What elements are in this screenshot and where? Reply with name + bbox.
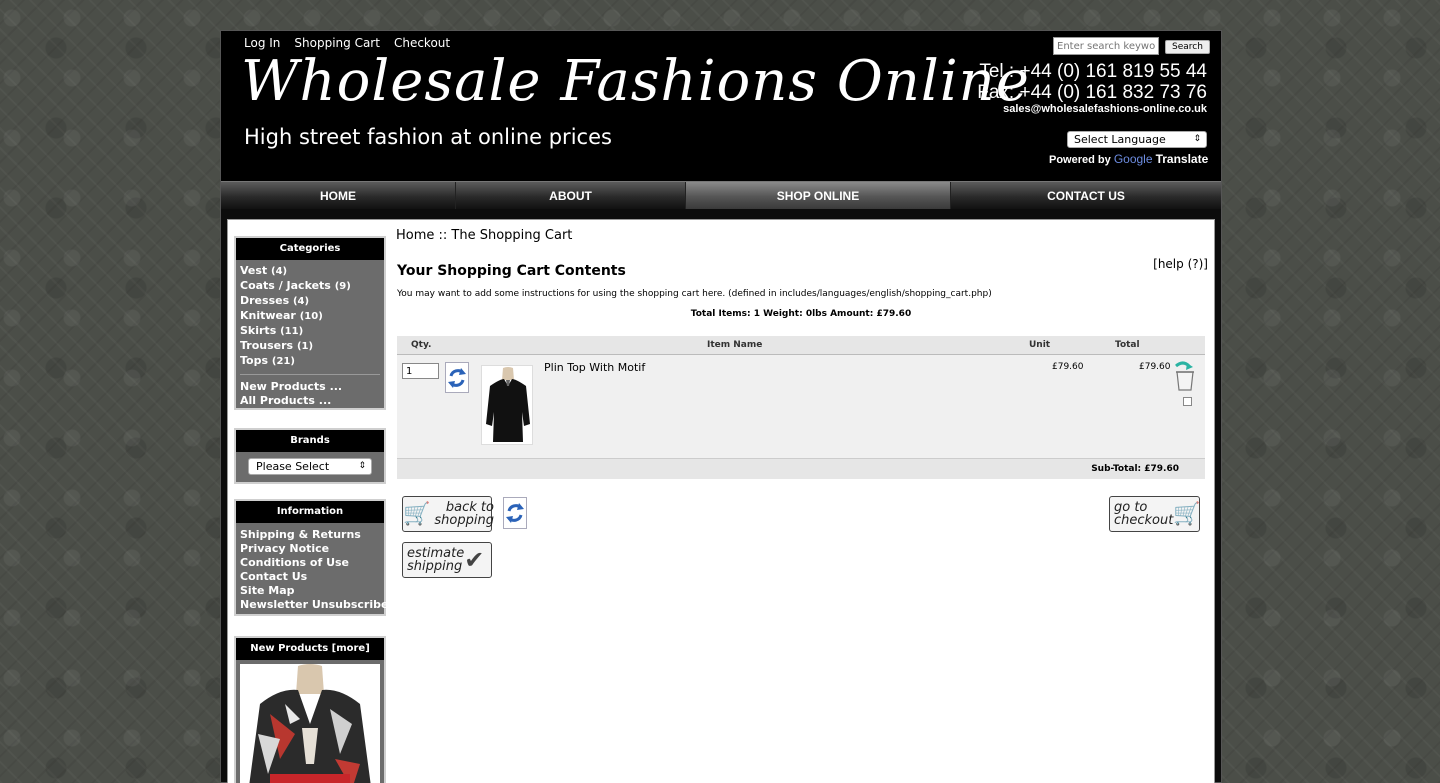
remove-item-button[interactable]: [1173, 360, 1197, 392]
cart-instructions: You may want to add some instructions fo…: [397, 289, 992, 299]
column-total: Total: [1115, 340, 1140, 350]
checkout-link[interactable]: Checkout: [394, 36, 450, 50]
new-products-link[interactable]: New Products ...: [240, 380, 380, 394]
search-input[interactable]: [1053, 37, 1159, 55]
brands-title: Brands: [236, 430, 384, 452]
category-vest[interactable]: Vest (4): [240, 264, 380, 279]
info-privacy-notice[interactable]: Privacy Notice: [240, 542, 380, 556]
google-logo[interactable]: Google: [1114, 152, 1153, 166]
checkmark-icon: ✔: [464, 545, 485, 574]
nav-tab-contact-us[interactable]: CONTACT US: [951, 182, 1221, 209]
cart-row: Plin Top With Motif £79.60 £79.60: [397, 355, 1205, 459]
refresh-icon: [506, 503, 524, 523]
search-button[interactable]: Search: [1165, 40, 1210, 54]
info-newsletter-unsubscribe[interactable]: Newsletter Unsubscribe: [240, 598, 388, 612]
product-thumbnail[interactable]: [481, 365, 533, 445]
cart-table-header: Qty. Item Name Unit Total: [397, 336, 1205, 355]
info-site-map[interactable]: Site Map: [240, 584, 380, 598]
category-knitwear[interactable]: Knitwear (10): [240, 309, 380, 324]
total-price: £79.60: [1139, 362, 1171, 372]
nav-tab-about[interactable]: ABOUT: [456, 182, 686, 209]
remove-checkbox[interactable]: [1183, 397, 1192, 406]
update-quantity-button[interactable]: [445, 362, 469, 393]
info-conditions-of-use[interactable]: Conditions of Use: [240, 556, 380, 570]
information-title: Information: [236, 501, 384, 523]
page-wrapper: Log In Shopping Cart Checkout Wholesale …: [220, 30, 1222, 783]
all-products-link[interactable]: All Products ...: [240, 394, 380, 408]
powered-by-label: Powered by: [1049, 154, 1111, 166]
help-link[interactable]: [help (?)]: [1153, 257, 1208, 271]
back-to-shopping-line2: shopping: [434, 513, 494, 528]
new-products-title[interactable]: New Products [more]: [236, 638, 384, 660]
categories-box: Categories Vest (4) Coats / Jackets (9) …: [234, 236, 386, 410]
subtotal-row: Sub-Total: £79.60: [397, 459, 1205, 479]
select-arrow-icon: ⇕: [358, 461, 366, 471]
shopping-cart-link[interactable]: Shopping Cart: [294, 36, 380, 50]
nav-tab-shop-online[interactable]: SHOP ONLINE: [686, 182, 951, 209]
breadcrumb[interactable]: Home :: The Shopping Cart: [396, 228, 572, 243]
go-to-checkout-button[interactable]: go to checkout 🛒: [1109, 496, 1201, 532]
page-title: Your Shopping Cart Contents: [397, 263, 626, 279]
contact-info: Tel : +44 (0) 161 819 55 44 Fax: +44 (0)…: [977, 61, 1207, 115]
brand-select[interactable]: Please Select ⇕: [248, 458, 372, 475]
category-skirts[interactable]: Skirts (11): [240, 324, 380, 339]
header-search: Search: [1053, 37, 1210, 55]
category-trousers[interactable]: Trousers (1): [240, 339, 380, 354]
language-select[interactable]: Select Language ⇕: [1067, 131, 1207, 148]
quantity-input[interactable]: [402, 363, 439, 379]
estimate-shipping-button[interactable]: estimate shipping ✔: [402, 542, 492, 578]
categories-title: Categories: [236, 238, 384, 260]
category-dresses[interactable]: Dresses (4): [240, 294, 380, 309]
trash-icon: [1175, 361, 1194, 391]
subtotal: Sub-Total: £79.60: [1091, 464, 1179, 474]
fax-number: Fax: +44 (0) 161 832 73 76: [977, 82, 1207, 103]
shopping-cart-icon: 🛒: [1173, 501, 1201, 527]
column-qty: Qty.: [411, 340, 432, 350]
translate-link[interactable]: Translate: [1156, 152, 1209, 166]
top-links: Log In Shopping Cart Checkout: [244, 36, 450, 50]
column-item-name: Item Name: [707, 340, 763, 350]
site-tagline: High street fashion at online prices: [244, 125, 612, 149]
cart-totals: Total Items: 1 Weight: 0lbs Amount: £79.…: [690, 309, 912, 319]
shopping-cart-icon: 🛒: [403, 501, 431, 527]
email-address[interactable]: sales@wholesalefashions-online.co.uk: [977, 103, 1207, 115]
telephone-number: Tel : +44 (0) 161 819 55 44: [979, 61, 1207, 82]
new-product-image[interactable]: [240, 664, 380, 783]
back-to-shopping-button[interactable]: 🛒 back to shopping: [402, 496, 494, 532]
column-unit: Unit: [1029, 340, 1051, 350]
information-box: Information Shipping & Returns Privacy N…: [234, 499, 388, 616]
site-header: Log In Shopping Cart Checkout Wholesale …: [221, 31, 1221, 181]
main-nav: HOME ABOUT SHOP ONLINE CONTACT US: [221, 181, 1221, 209]
login-link[interactable]: Log In: [244, 36, 280, 50]
info-shipping-returns[interactable]: Shipping & Returns: [240, 528, 380, 542]
brands-box: Brands Please Select ⇕: [234, 428, 386, 484]
content-area: Categories Vest (4) Coats / Jackets (9) …: [227, 219, 1215, 783]
category-coats-jackets[interactable]: Coats / Jackets (9): [240, 279, 380, 294]
brand-select-value: Please Select: [256, 460, 330, 473]
cart-table: Qty. Item Name Unit Total 1 Plin Top Wit…: [397, 336, 1205, 479]
nav-tab-home[interactable]: HOME: [221, 182, 456, 209]
unit-price: £79.60: [1052, 362, 1084, 372]
site-logo[interactable]: Wholesale Fashions Online: [241, 49, 1030, 114]
product-name[interactable]: Plin Top With Motif: [544, 361, 645, 374]
info-contact-us[interactable]: Contact Us: [240, 570, 380, 584]
estimate-line2: shipping: [407, 559, 463, 574]
checkout-line2: checkout: [1114, 513, 1174, 528]
language-select-value: Select Language: [1074, 133, 1166, 146]
new-products-box: New Products [more]: [234, 636, 386, 783]
update-cart-button[interactable]: [503, 497, 527, 529]
divider: [240, 374, 380, 375]
category-tops[interactable]: Tops (21): [240, 354, 380, 369]
select-arrow-icon: ⇕: [1193, 134, 1201, 144]
refresh-icon: [448, 367, 466, 388]
powered-by-google-translate: Powered by Google Translate: [1049, 152, 1208, 166]
